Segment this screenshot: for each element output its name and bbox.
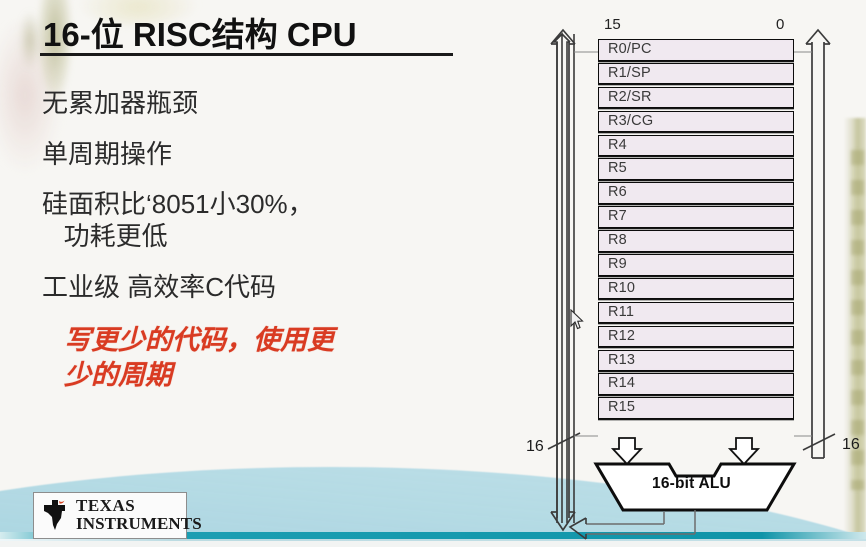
alu-input-arrow-right xyxy=(727,437,761,466)
bullet-item-1: 无累加器瓶颈 xyxy=(42,88,199,118)
bullet-item-2: 单周期操作 xyxy=(42,138,173,169)
texas-instruments-logo: TEXAS INSTRUMENTS xyxy=(33,492,202,539)
texas-state-icon xyxy=(44,499,65,530)
logo-line-texas: TEXAS xyxy=(76,496,136,515)
bullet-item-4: 工业级 高效率C代码 xyxy=(42,271,277,302)
alu-label: 16-bit ALU xyxy=(652,475,731,492)
background-bottom-fill xyxy=(0,541,866,547)
bullet-item-3: 硅面积比‘8051小30%， 功耗更低 xyxy=(42,189,314,252)
right-bus-line xyxy=(805,28,831,459)
bullet-list: 无累加器瓶颈 单周期操作 硅面积比‘8051小30%， 功耗更低 工业级 高效率… xyxy=(42,88,502,393)
background-watercolor-olive-small xyxy=(20,10,40,70)
left-bus-line xyxy=(550,28,576,518)
bullet-highlight: 写更少的代码，使用更 少的周期 xyxy=(64,324,334,390)
left-bus-width-slash xyxy=(547,432,581,450)
alu-output-path xyxy=(586,510,696,535)
slide-canvas: 16-位 RISC结构 CPU 无累加器瓶颈 单周期操作 硅面积比‘8051小3… xyxy=(0,0,866,547)
title-underline xyxy=(40,53,453,56)
right-bus-width-label: 16 xyxy=(842,436,860,453)
bus-and-alu-graphics xyxy=(547,28,836,540)
alu-input-arrow-left xyxy=(610,437,644,466)
register-bus-taps xyxy=(574,51,812,437)
alu-output-arrowhead xyxy=(568,517,587,540)
left-bus-width-label: 16 xyxy=(526,438,544,455)
page-title: 16-位 RISC结构 CPU xyxy=(43,16,357,53)
logo-line-instruments: INSTRUMENTS xyxy=(76,514,202,533)
cpu-block-diagram: 15 0 R0/PC R1/SP R2/SR R3/CG R4 R5 R6 R7… xyxy=(524,6,866,540)
